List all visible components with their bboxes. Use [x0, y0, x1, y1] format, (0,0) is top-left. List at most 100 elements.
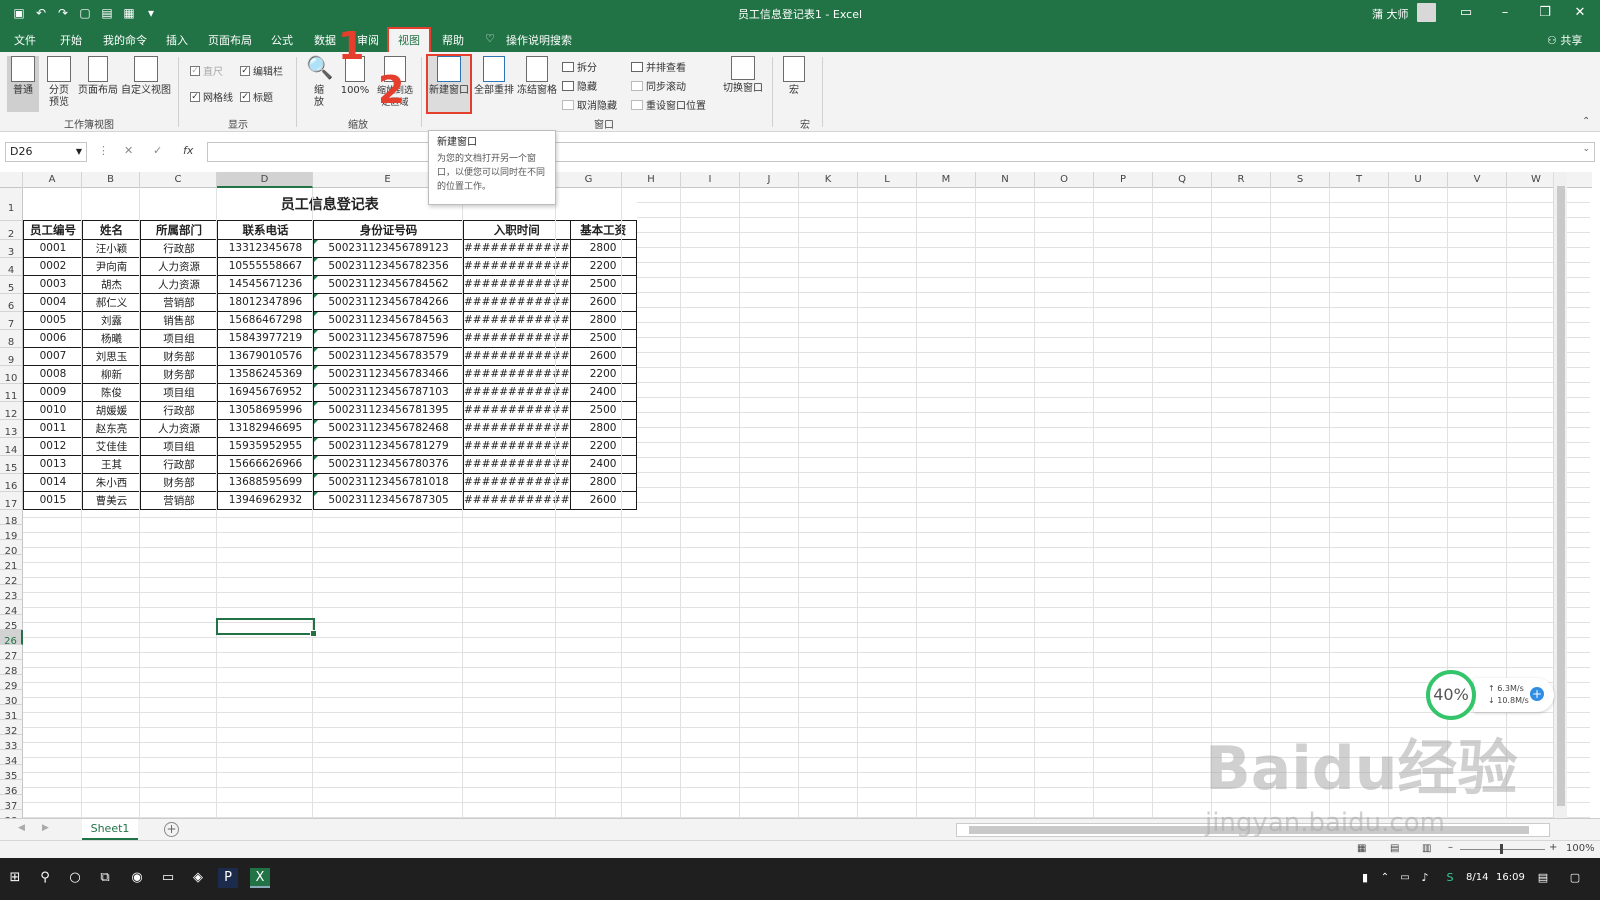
column-header[interactable]: P [1094, 172, 1153, 188]
table-header-cell[interactable]: 联系电话 [217, 219, 314, 240]
tab-my-commands[interactable]: 我的命令 [103, 32, 147, 48]
notification-badge-icon[interactable]: ▤ [1533, 868, 1553, 888]
table-cell[interactable]: 0001 [23, 238, 83, 258]
column-header[interactable]: N [976, 172, 1035, 188]
row-header[interactable]: 9 [0, 348, 23, 366]
table-cell[interactable]: 13946962932 [217, 490, 314, 510]
table-cell[interactable]: 13688595699 [217, 472, 314, 492]
row-header[interactable]: 14 [0, 438, 23, 456]
table-cell[interactable]: 刘露 [82, 310, 141, 330]
table-cell[interactable]: 0013 [23, 454, 83, 474]
view-side-by-side-button[interactable]: 并排查看 [631, 59, 686, 74]
table-cell[interactable]: 0010 [23, 400, 83, 420]
table-cell[interactable]: 胡媛媛 [82, 400, 141, 420]
page-break-preview-button[interactable]: 分页预览 [43, 56, 75, 109]
tab-insert[interactable]: 插入 [166, 32, 188, 48]
table-cell[interactable]: 2500 [569, 328, 637, 348]
table-cell[interactable]: 朱小西 [82, 472, 141, 492]
table-cell[interactable]: 2400 [569, 382, 637, 402]
table-cell[interactable]: 郝仁义 [82, 292, 141, 312]
table-cell[interactable]: 2200 [569, 436, 637, 456]
table-cell[interactable]: 行政部 [140, 238, 218, 258]
row-header[interactable]: 34 [0, 750, 23, 767]
headings-checkbox[interactable]: ✓ 标题 [240, 89, 273, 104]
tell-me-search[interactable]: 操作说明搜索 [506, 32, 572, 48]
table-cell[interactable]: 13586245369 [217, 364, 314, 384]
volume-icon[interactable]: ♪ [1415, 868, 1435, 888]
table-cell[interactable]: 500231123456789123 [313, 238, 464, 258]
table-cell[interactable]: 500231123456784266 [313, 292, 464, 312]
table-cell[interactable]: 500231123456781395 [313, 400, 464, 420]
row-header[interactable]: 36 [0, 780, 23, 797]
row-header[interactable]: 22 [0, 570, 23, 587]
action-center-icon[interactable]: ▢ [1565, 868, 1585, 888]
table-cell[interactable]: 13182946695 [217, 418, 314, 438]
table-cell[interactable]: 人力资源 [140, 418, 218, 438]
row-header[interactable]: 7 [0, 312, 23, 330]
custom-views-button[interactable]: 自定义视图 [121, 56, 171, 97]
avatar[interactable] [1417, 3, 1436, 22]
select-all-corner[interactable] [0, 172, 23, 188]
file-explorer-icon[interactable]: ▭ [158, 868, 178, 888]
task-view-icon[interactable]: ⧉ [95, 868, 115, 888]
table-cell[interactable]: 10555558667 [217, 256, 314, 276]
zoom-button[interactable]: 🔍 缩放 [306, 56, 333, 109]
table-cell[interactable]: 500231123456782468 [313, 418, 464, 438]
row-header[interactable]: 12 [0, 402, 23, 420]
tab-formulas[interactable]: 公式 [271, 32, 293, 48]
table-cell[interactable]: 2400 [569, 454, 637, 474]
table-cell[interactable]: 柳新 [82, 364, 141, 384]
time-label[interactable]: 16:09 [1496, 872, 1525, 883]
zoom-out-icon[interactable]: – [1448, 842, 1453, 853]
vertical-scrollbar[interactable] [1553, 172, 1567, 820]
normal-view-button[interactable]: 普通 [7, 56, 39, 112]
row-header[interactable]: 20 [0, 540, 23, 557]
table-cell[interactable]: 财务部 [140, 346, 218, 366]
table-header-cell[interactable]: 姓名 [82, 219, 141, 240]
minimize-button[interactable]: – [1485, 2, 1525, 24]
row-header[interactable]: 30 [0, 690, 23, 707]
table-cell[interactable]: 500231123456782356 [313, 256, 464, 276]
table-cell[interactable]: 13058695996 [217, 400, 314, 420]
cancel-icon[interactable]: ✕ [124, 144, 133, 157]
row-header[interactable]: 37 [0, 795, 23, 812]
unhide-button[interactable]: 取消隐藏 [562, 97, 617, 112]
table-cell[interactable]: 营销部 [140, 490, 218, 510]
table-cell[interactable]: 500231123456783579 [313, 346, 464, 366]
table-cell[interactable]: 艾佳佳 [82, 436, 141, 456]
table-cell[interactable]: 陈俊 [82, 382, 141, 402]
split-button[interactable]: 拆分 [562, 59, 597, 74]
column-header[interactable]: D [217, 172, 313, 188]
table-cell[interactable]: 2500 [569, 274, 637, 294]
excel-taskbar-icon[interactable]: X [250, 868, 270, 888]
row-header[interactable]: 27 [0, 645, 23, 662]
row-header[interactable]: 15 [0, 456, 23, 474]
table-cell[interactable]: 2600 [569, 346, 637, 366]
column-header[interactable]: B [82, 172, 140, 188]
column-header[interactable]: T [1330, 172, 1389, 188]
table-cell[interactable]: 500231123456787103 [313, 382, 464, 402]
zoom-in-icon[interactable]: + [1549, 842, 1557, 853]
zoom-level[interactable]: 100% [1566, 843, 1595, 854]
network-icon[interactable]: ▭ [1395, 868, 1415, 888]
browser-icon[interactable]: ◉ [127, 868, 147, 888]
row-header[interactable]: 11 [0, 384, 23, 402]
row-header[interactable]: 1 [0, 188, 23, 221]
table-cell[interactable]: 500231123456787305 [313, 490, 464, 510]
net-speed-gauge[interactable]: 40% [1426, 670, 1476, 720]
table-cell[interactable]: 500231123456780376 [313, 454, 464, 474]
column-header[interactable]: M [917, 172, 976, 188]
table-cell[interactable]: 尹向南 [82, 256, 141, 276]
row-header[interactable]: 13 [0, 420, 23, 438]
table-cell[interactable]: 2500 [569, 400, 637, 420]
table-cell[interactable]: 财务部 [140, 472, 218, 492]
table-cell[interactable]: 0009 [23, 382, 83, 402]
table-cell[interactable]: 0015 [23, 490, 83, 510]
macros-button[interactable]: 宏 [780, 56, 808, 97]
tab-home[interactable]: 开始 [60, 32, 82, 48]
prev-sheet-icon[interactable]: ◀ [18, 823, 25, 833]
column-header[interactable]: O [1035, 172, 1094, 188]
expand-formula-icon[interactable]: ⌄ [1582, 144, 1590, 154]
row-header[interactable]: 18 [0, 510, 23, 527]
table-cell[interactable]: 0012 [23, 436, 83, 456]
